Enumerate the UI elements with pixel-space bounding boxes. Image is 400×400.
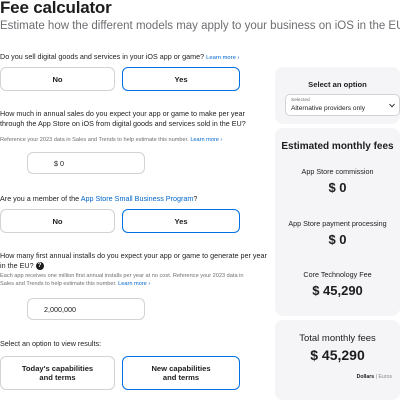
select-option-card: Select an option Selected Alternative pr… [275,67,400,124]
currency-divider: | [375,374,377,380]
digital-goods-yes-button[interactable]: Yes [122,67,240,91]
dropdown-value: Alternative providers only [291,105,366,112]
provider-dropdown[interactable]: Selected Alternative providers only [285,94,400,116]
page-title: Fee calculator [0,0,112,17]
total-fees-value: $ 45,290 [310,347,365,363]
chevron-down-icon [389,103,395,108]
question-text: Are you a member of the [0,194,80,203]
currency-dollars-option[interactable]: Dollars [357,374,375,380]
todays-terms-button[interactable]: Today's capabilities and terms [0,356,115,390]
small-business-program-link[interactable]: App Store Small Business Program [81,194,194,203]
select-option-heading: Select an option [308,80,367,89]
app-store-commission-label: App Store commission [301,167,374,176]
results-select-prompt: Select an option to view results: [0,339,102,348]
question-small-business: Are you a member of the App Store Small … [0,194,197,204]
estimated-fees-card: Estimated monthly fees App Store commiss… [275,128,400,316]
digital-goods-no-button[interactable]: No [0,67,115,91]
currency-toggle: Dollars | Euros [357,374,392,380]
installs-input[interactable]: 2,000,000 [27,298,145,320]
dropdown-label: Selected [291,98,310,103]
question-digital-goods: Do you sell digital goods and services i… [0,52,270,63]
new-terms-button[interactable]: New capabilities and terms [122,356,240,390]
question-annual-sales: How much in annual sales do you expect y… [0,109,246,128]
installs-help: Each app receives one million first annu… [0,273,255,288]
small-business-yes-button[interactable]: Yes [122,209,240,233]
total-fees-label: Total monthly fees [299,333,376,344]
annual-sales-input[interactable]: $ 0 [27,152,145,174]
core-technology-fee-label: Core Technology Fee [303,270,372,279]
info-icon[interactable]: ? [35,261,44,270]
question-text: Do you sell digital goods and services i… [0,52,205,61]
page-subtitle: Estimate how the different models may ap… [0,20,400,32]
learn-more-link[interactable]: Learn more › [118,281,150,287]
fees-heading: Estimated monthly fees [281,141,394,152]
annual-sales-help: Reference your 2023 data in Sales and Tr… [0,137,260,145]
question-mark: ? [193,194,198,203]
payment-processing-value: $ 0 [328,232,347,247]
learn-more-link[interactable]: Learn more › [190,137,222,143]
payment-processing-label: App Store payment processing [288,219,387,228]
app-store-commission-value: $ 0 [328,180,347,195]
currency-euros-option[interactable]: Euros [378,374,392,380]
learn-more-link[interactable]: Learn more › [206,55,239,61]
core-technology-fee-value: $ 45,290 [312,283,363,298]
help-text: Reference your 2023 data in Sales and Tr… [0,137,189,143]
question-first-annual-installs: How many first annual installs do you ex… [0,251,272,270]
small-business-no-button[interactable]: No [0,209,115,233]
total-fees-card: Total monthly fees $ 45,290 Dollars | Eu… [275,320,400,400]
